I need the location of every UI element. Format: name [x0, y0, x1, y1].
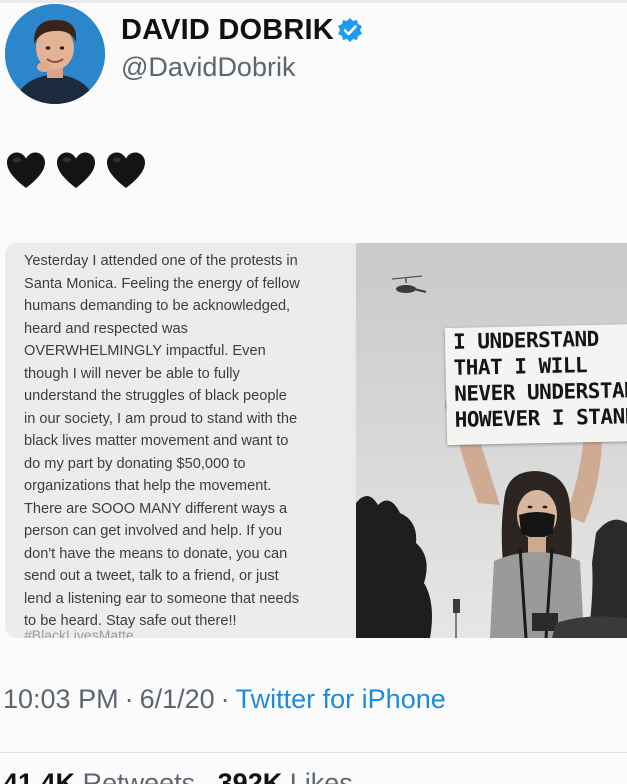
sign-line: NEVER UNDERSTAND — [453, 377, 627, 406]
retweets-label: Retweets — [82, 768, 196, 784]
avatar[interactable] — [5, 4, 105, 104]
user-handle[interactable]: @DavidDobrik — [121, 52, 295, 83]
retweets-count: 41.4K — [3, 768, 76, 784]
likes-stat[interactable]: 392K Likes — [218, 768, 353, 784]
meta-separator: · — [124, 684, 134, 714]
sign-line: I UNDERSTAND — [452, 326, 600, 354]
black-heart-icon — [57, 152, 95, 188]
likes-count: 392K — [217, 768, 283, 784]
sign-line: THAT I WILL — [453, 353, 588, 380]
notes-cutoff-hashtag: #BlackLivesMatter — [24, 627, 134, 638]
meta-separator: · — [220, 684, 230, 714]
tweet-media[interactable]: Yesterday I attended one of the protests… — [5, 243, 627, 638]
likes-label: Likes — [289, 768, 353, 784]
retweets-stat[interactable]: 41.4K Retweets — [3, 768, 195, 784]
protest-photo[interactable]: I UNDERSTAND THAT I WILL NEVER UNDERSTAN… — [356, 243, 627, 638]
protest-sign: I UNDERSTAND THAT I WILL NEVER UNDERSTAN… — [444, 323, 627, 446]
tweet-meta: 10:03 PM · 6/1/20 · Twitter for iPhone — [3, 684, 446, 715]
black-heart-icon — [7, 152, 45, 188]
black-heart-icon — [107, 152, 145, 188]
display-name[interactable]: DAVID DOBRIK — [121, 14, 334, 47]
top-rule — [0, 0, 627, 3]
avatar-portrait — [5, 4, 105, 104]
tweet-date[interactable]: 6/1/20 — [140, 684, 215, 714]
tweet-source-link[interactable]: Twitter for iPhone — [236, 684, 446, 714]
tweet-time[interactable]: 10:03 PM — [3, 684, 119, 714]
verified-badge-icon — [337, 17, 363, 43]
notes-screenshot[interactable]: Yesterday I attended one of the protests… — [5, 243, 353, 638]
tweet-screenshot: DAVID DOBRIK @DavidDobrik Yesterday I at… — [0, 0, 627, 784]
divider — [0, 752, 627, 753]
tweet-stats: 41.4K Retweets 392K Likes — [3, 768, 353, 784]
notes-text: Yesterday I attended one of the protests… — [24, 253, 300, 629]
sign-line: HOWEVER I STAND — [454, 404, 627, 432]
tweet-text-hearts — [5, 150, 147, 196]
